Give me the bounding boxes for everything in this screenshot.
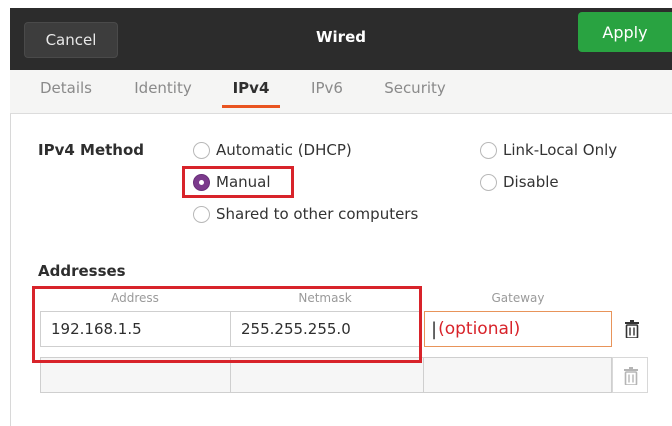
- tab-security[interactable]: Security: [378, 70, 452, 114]
- text-cursor: |: [431, 318, 438, 340]
- column-header-gateway: Gateway: [491, 291, 545, 305]
- trash-icon: [624, 367, 638, 385]
- addresses-label: Addresses: [38, 262, 126, 280]
- delete-row-button-disabled[interactable]: [612, 357, 648, 393]
- delete-row-button[interactable]: [618, 315, 646, 343]
- radio-label: Disable: [503, 173, 559, 191]
- ipv4-method-label: IPv4 Method: [38, 141, 145, 159]
- radio-disable[interactable]: Disable: [480, 173, 559, 191]
- gateway-placeholder: (optional): [438, 319, 521, 339]
- radio-circle[interactable]: [480, 141, 497, 159]
- content-left-border: [10, 114, 11, 426]
- manual-highlight-box: [182, 166, 294, 198]
- radio-automatic-dhcp[interactable]: Automatic (DHCP): [193, 141, 352, 159]
- radio-link-local[interactable]: Link-Local Only: [480, 141, 617, 159]
- network-settings-window: Cancel Wired Apply Details Identity IPv4…: [0, 0, 672, 426]
- trash-icon: [625, 320, 639, 338]
- radio-circle[interactable]: [193, 205, 210, 223]
- radio-shared[interactable]: Shared to other computers: [193, 205, 418, 223]
- tab-details[interactable]: Details: [34, 70, 98, 114]
- tab-ipv4[interactable]: IPv4: [222, 70, 280, 114]
- tab-ipv6[interactable]: IPv6: [302, 70, 352, 114]
- window-title: Wired: [316, 28, 366, 46]
- address-highlight-box: [32, 286, 422, 363]
- gateway-input[interactable]: | (optional): [424, 311, 612, 347]
- top-strip: [0, 0, 672, 8]
- gateway-input-empty[interactable]: [423, 357, 612, 393]
- radio-label: Automatic (DHCP): [216, 141, 352, 159]
- tab-identity[interactable]: Identity: [126, 70, 200, 114]
- radio-label: Shared to other computers: [216, 205, 419, 223]
- radio-circle[interactable]: [480, 173, 497, 191]
- radio-circle[interactable]: [193, 141, 210, 159]
- header-bar: Cancel Wired: [10, 8, 672, 70]
- tab-bar: Details Identity IPv4 IPv6 Security: [10, 70, 672, 114]
- apply-button[interactable]: Apply: [578, 12, 672, 52]
- radio-label: Link-Local Only: [503, 141, 618, 159]
